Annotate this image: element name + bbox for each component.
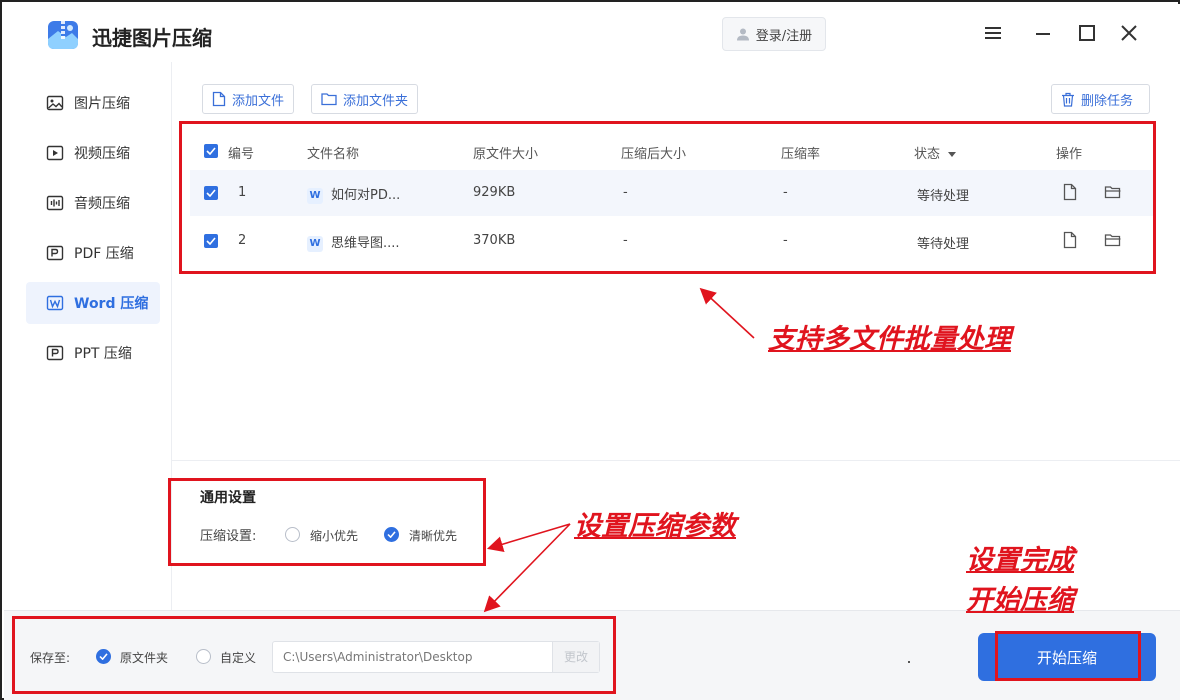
annotation-params: 设置压缩参数 <box>574 511 736 542</box>
sidebar-item-label: 音频压缩 <box>74 196 130 212</box>
video-icon <box>46 145 64 161</box>
word-icon <box>46 295 64 311</box>
minimize-icon <box>1036 33 1050 35</box>
minimize-button[interactable] <box>1032 22 1054 44</box>
sidebar-item-word[interactable]: Word 压缩 <box>26 282 160 324</box>
annotation-box-settings <box>168 478 486 566</box>
file-add-icon <box>212 91 226 107</box>
pdf-icon <box>46 245 64 261</box>
maximize-icon <box>1079 25 1095 41</box>
sidebar-item-label: 视频压缩 <box>74 146 130 162</box>
app-title: 迅捷图片压缩 <box>92 26 212 50</box>
trash-icon <box>1062 92 1074 107</box>
sidebar-item-video[interactable]: 视频压缩 <box>26 132 160 174</box>
sidebar-item-pdf[interactable]: PDF 压缩 <box>26 232 160 274</box>
annotation-box-file-list <box>179 121 1156 274</box>
close-button[interactable] <box>1118 22 1140 44</box>
app-window: 迅捷图片压缩 登录/注册 图片压缩 视频压缩 音频压缩 PDF 压缩 Word … <box>0 0 1180 700</box>
annotation-batch: 支持多文件批量处理 <box>768 324 1011 355</box>
image-icon <box>46 95 64 111</box>
delete-task-label: 删除任务 <box>1081 93 1134 109</box>
dot-mark <box>908 661 910 663</box>
user-icon <box>736 28 749 41</box>
login-button[interactable]: 登录/注册 <box>722 17 826 51</box>
delete-task-button[interactable]: 删除任务 <box>1051 84 1150 114</box>
close-icon <box>1121 25 1137 41</box>
annotation-box-save-path <box>12 616 616 694</box>
add-folder-button[interactable]: 添加文件夹 <box>311 84 419 114</box>
annotation-done-line2: 开始压缩 <box>966 585 1074 616</box>
menu-button[interactable] <box>982 22 1004 44</box>
add-file-label: 添加文件 <box>232 93 285 109</box>
add-folder-label: 添加文件夹 <box>343 93 409 109</box>
sidebar-item-ppt[interactable]: PPT 压缩 <box>26 332 160 374</box>
sidebar-item-label: PPT 压缩 <box>74 346 132 362</box>
annotation-box-start <box>995 631 1141 681</box>
sidebar: 图片压缩 视频压缩 音频压缩 PDF 压缩 Word 压缩 PPT 压缩 <box>4 62 172 610</box>
maximize-button[interactable] <box>1076 22 1098 44</box>
sidebar-item-audio[interactable]: 音频压缩 <box>26 182 160 224</box>
ppt-icon <box>46 345 64 361</box>
title-bar: 迅捷图片压缩 登录/注册 <box>4 4 1180 62</box>
add-file-button[interactable]: 添加文件 <box>202 84 295 114</box>
login-label: 登录/注册 <box>755 28 813 44</box>
sidebar-item-label: 图片压缩 <box>74 96 130 112</box>
sidebar-item-label: PDF 压缩 <box>74 246 134 262</box>
audio-icon <box>46 195 64 211</box>
app-logo-icon <box>48 21 78 49</box>
sidebar-item-image[interactable]: 图片压缩 <box>26 82 160 124</box>
sidebar-item-label: Word 压缩 <box>74 296 149 312</box>
menu-icon <box>985 27 1001 39</box>
annotation-done-line1: 设置完成 <box>966 545 1074 576</box>
folder-icon <box>321 93 337 106</box>
